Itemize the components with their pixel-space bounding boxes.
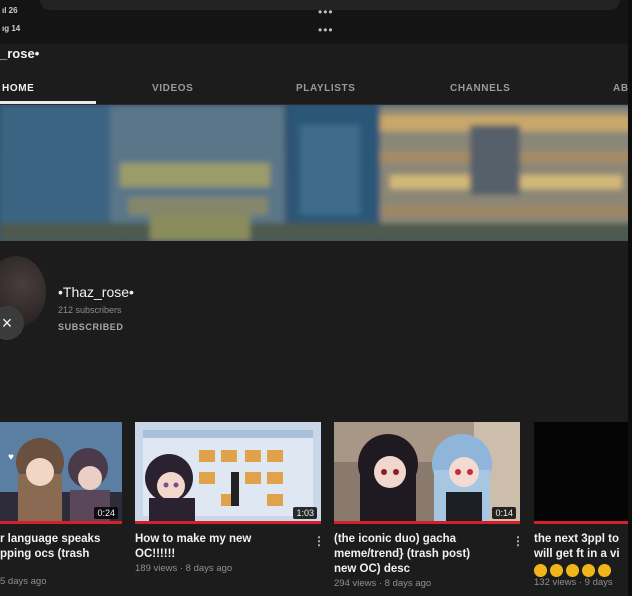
grimacing-face-emoji xyxy=(566,564,579,578)
watch-progress-bar xyxy=(534,521,632,524)
watch-progress-bar xyxy=(334,521,520,524)
watch-progress-bar xyxy=(0,521,122,524)
video-title-line: meme/trend} (trash post) xyxy=(334,548,471,560)
video-title-line: pping ocs (trash xyxy=(0,548,90,560)
video-title-line: (the iconic duo) gacha xyxy=(334,533,457,545)
video-thumbnail[interactable]: 1:03 xyxy=(135,422,321,524)
banner-image xyxy=(0,105,632,241)
subscribe-button[interactable]: SUBSCRIBED xyxy=(58,322,124,332)
tab-about[interactable]: AB xyxy=(613,83,629,94)
tab-videos[interactable]: VIDEOS xyxy=(152,83,193,94)
grimacing-face-emoji xyxy=(550,564,563,578)
video-thumbnail[interactable]: ♥ 0:24 xyxy=(0,422,122,524)
video-meta: 5 days ago xyxy=(0,576,47,587)
video-title-line: How to make my new xyxy=(135,533,252,545)
video-title[interactable]: r language speaks pping ocs (trash xyxy=(0,532,100,562)
tab-channels[interactable]: CHANNELS xyxy=(450,83,510,94)
channel-header-title: _rose• xyxy=(0,46,40,61)
grimacing-face-emoji xyxy=(534,564,547,578)
svg-text:♥: ♥ xyxy=(8,452,14,463)
more-icon-secondary[interactable]: ••• xyxy=(318,24,334,36)
video-duration: 0:24 xyxy=(94,507,118,519)
status-text-1: ıl 26 xyxy=(2,6,18,15)
channel-name: •Thaz_rose• xyxy=(58,284,134,300)
subscriber-count: 212 subscribers xyxy=(58,305,122,315)
screen-edge xyxy=(628,0,632,596)
video-duration: 1:03 xyxy=(293,507,317,519)
video-title-line: will get ft in a vi xyxy=(534,548,620,560)
video-options-icon[interactable]: ⋮ xyxy=(313,534,325,548)
channel-banner xyxy=(0,105,632,241)
video-title[interactable]: the next 3ppl to will get ft in a vi xyxy=(534,532,620,562)
status-bar: ıl 26 ıg 14 ••• ••• xyxy=(0,0,632,44)
video-title-line: new OC) desc xyxy=(334,563,411,575)
video-title-line: OC!!!!!! xyxy=(135,548,176,560)
tab-home[interactable]: HOME xyxy=(2,83,34,94)
video-thumbnail[interactable] xyxy=(534,422,632,524)
video-title[interactable]: (the iconic duo) gacha meme/trend} (tras… xyxy=(334,532,470,577)
video-meta: 132 views · 9 days xyxy=(534,577,613,588)
watch-progress-bar xyxy=(135,521,321,524)
more-icon[interactable]: ••• xyxy=(318,6,334,18)
tab-playlists[interactable]: PLAYLISTS xyxy=(296,83,356,94)
video-title[interactable]: How to make my new OC!!!!!! xyxy=(135,532,251,562)
active-tab-indicator xyxy=(0,101,96,104)
video-options-icon[interactable]: ⋮ xyxy=(512,534,524,548)
video-title-line: the next 3ppl to xyxy=(534,533,619,545)
video-meta: 294 views · 8 days ago xyxy=(334,578,432,589)
video-thumbnail[interactable]: 0:14 xyxy=(334,422,520,524)
video-meta: 189 views · 8 days ago xyxy=(135,563,233,574)
channel-tabs: HOME VIDEOS PLAYLISTS CHANNELS AB xyxy=(0,76,632,105)
grimacing-face-emoji xyxy=(598,564,611,578)
video-duration: 0:14 xyxy=(492,507,516,519)
status-text-2: ıg 14 xyxy=(2,24,21,33)
video-title-line: r language speaks xyxy=(0,533,101,545)
grimacing-face-emoji xyxy=(582,564,595,578)
